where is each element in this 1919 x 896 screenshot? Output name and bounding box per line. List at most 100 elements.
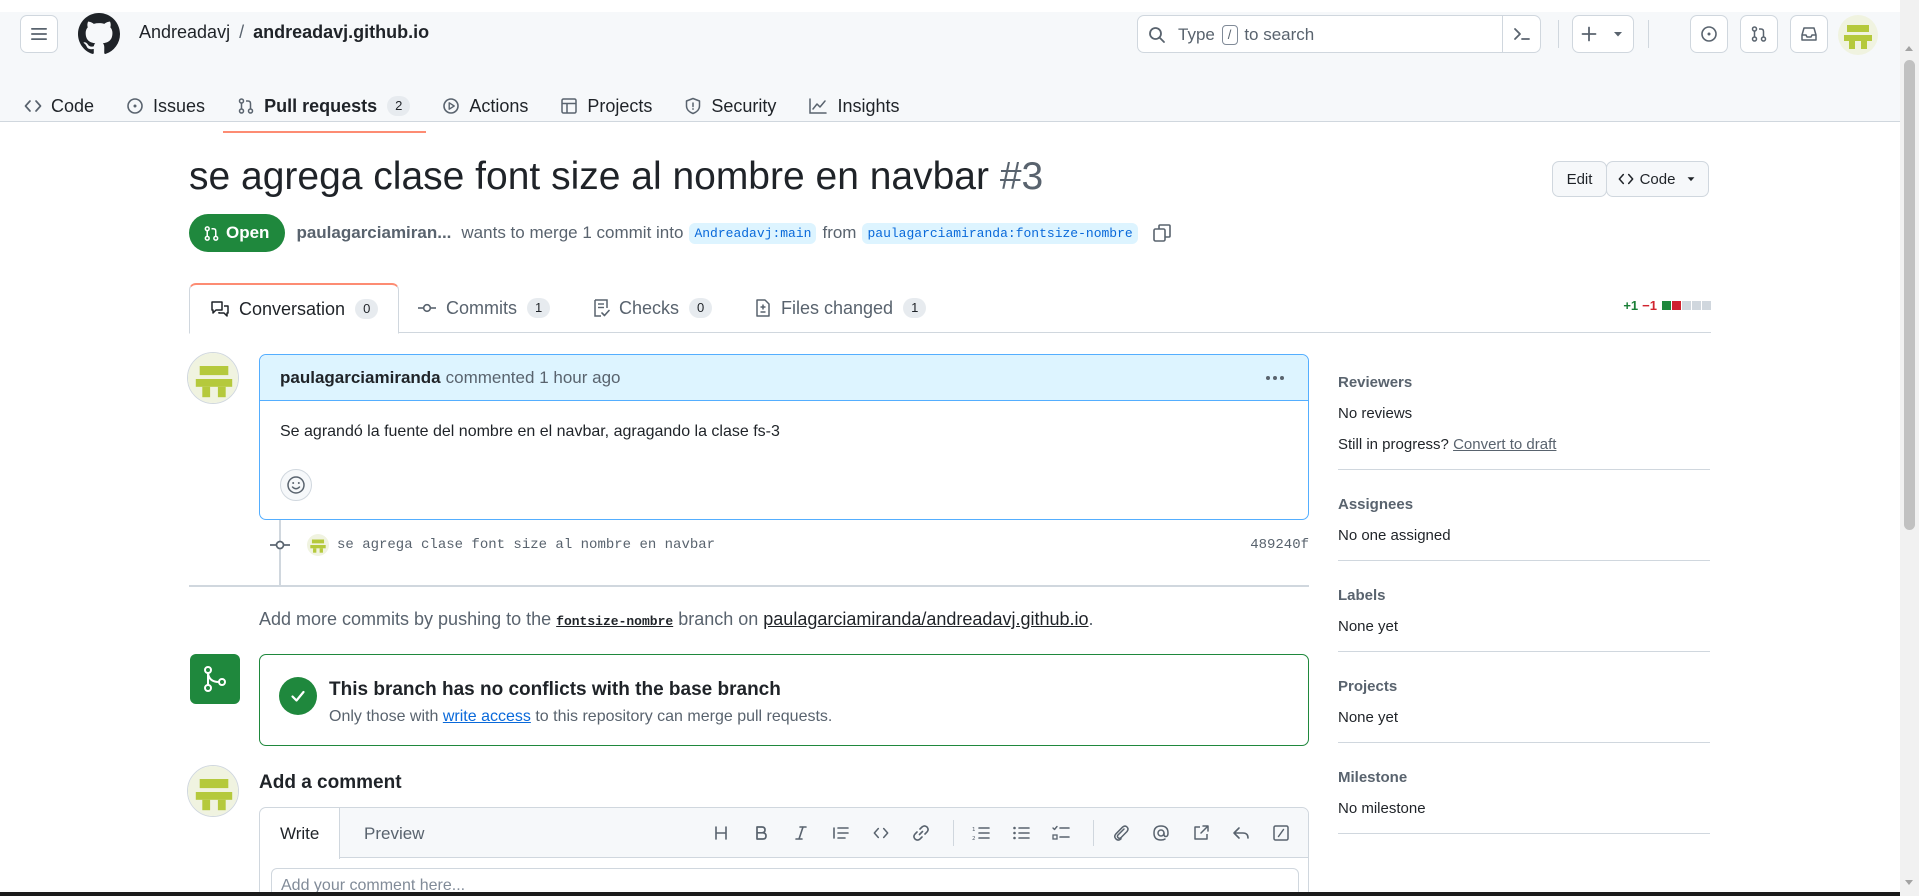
play-icon [442,97,460,115]
header-divider [1558,20,1559,48]
tab-checks-label: Checks [619,297,680,318]
triangle-down-icon [1614,32,1622,37]
tab-projects[interactable]: Projects [560,85,664,127]
tab-preview[interactable]: Preview [344,808,444,859]
code-icon[interactable] [870,822,892,844]
tab-projects-label: Projects [587,95,653,116]
tab-code-label: Code [51,95,95,116]
sidebar-labels: Labels None yet [1338,561,1710,652]
comment-discussion-icon [210,300,230,318]
commit-sha-link[interactable]: 489240f [1250,537,1309,553]
scroll-down-icon[interactable] [1905,880,1913,885]
comment-author-link[interactable]: paulagarciamiranda [280,368,441,388]
pr-meta: Open paulagarciamiran... wants to merge … [189,214,1172,252]
files-changed-count: 1 [903,298,927,318]
tab-actions[interactable]: Actions [442,85,540,127]
tab-code[interactable]: Code [24,85,106,127]
repo-name-link[interactable]: andreadavj.github.io [253,22,429,42]
scrollbar-thumb[interactable] [1904,60,1915,530]
quote-icon[interactable] [830,822,852,844]
commit-author-avatar[interactable] [307,534,329,556]
tab-insights[interactable]: Insights [808,85,911,127]
scroll-up-icon[interactable] [1905,46,1913,51]
create-new-button[interactable] [1572,15,1634,53]
unordered-list-icon[interactable] [1010,822,1032,844]
head-branch-link[interactable]: paulagarciamiranda:fontsize-nombre [862,222,1138,244]
code-dropdown-button[interactable]: Code [1606,161,1709,197]
reviewers-heading[interactable]: Reviewers [1338,374,1710,391]
status-badge: Open [189,214,286,252]
editor-toolbar: Write Preview 12 [260,808,1308,859]
merge-description: wants to merge 1 commit into [461,223,684,242]
mention-icon[interactable] [1150,822,1172,844]
ordered-list-icon[interactable]: 12 [970,822,992,844]
base-branch-link[interactable]: Andreadavj:main [689,222,817,244]
add-reaction-button[interactable] [280,469,312,501]
assignees-heading[interactable]: Assignees [1338,496,1710,513]
issues-button[interactable] [1690,15,1728,53]
tab-conversation[interactable]: Conversation 0 [189,283,400,334]
heading-icon[interactable] [710,822,732,844]
tab-issues[interactable]: Issues [126,85,217,127]
link-icon[interactable] [910,822,932,844]
tab-security[interactable]: Security [684,85,788,127]
search-placeholder-before: Type [1178,25,1215,44]
kebab-horizontal-icon[interactable] [1264,367,1286,389]
commit-icon [269,536,291,554]
head-repo-link[interactable]: paulagarciamiranda/andreadavj.github.io [763,609,1088,629]
inbox-button[interactable] [1790,15,1828,53]
status-badge-label: Open [226,223,270,242]
tab-files-changed[interactable]: Files changed 1 [754,283,927,333]
pr-tabs: Conversation 0 Commits 1 Checks 0 Files … [189,283,1711,334]
convert-to-draft-link[interactable]: Convert to draft [1453,436,1556,453]
paperclip-icon[interactable] [1110,822,1132,844]
header-divider [1648,20,1649,48]
tab-files-changed-label: Files changed [781,297,894,318]
tab-security-label: Security [711,95,777,116]
slash-command-icon[interactable] [1270,822,1292,844]
labels-heading[interactable]: Labels [1338,587,1710,604]
cross-reference-icon[interactable] [1190,822,1212,844]
global-header: Andreadavj / andreadavj.github.io Type / t… [0,12,1900,133]
menu-button[interactable] [20,15,58,53]
projects-value: None yet [1338,709,1399,726]
projects-heading[interactable]: Projects [1338,678,1710,695]
tab-write[interactable]: Write [260,808,341,859]
command-palette-button[interactable] [1502,16,1540,52]
edit-title-button[interactable]: Edit [1552,161,1607,197]
file-diff-icon [754,298,772,318]
repo-owner-link[interactable]: Andreadavj [139,22,230,42]
tab-commits[interactable]: Commits 1 [417,283,551,333]
milestone-heading[interactable]: Milestone [1338,769,1710,786]
pr-author-link[interactable]: paulagarciamiran... [296,223,451,243]
copy-icon[interactable] [1152,223,1172,243]
search-input[interactable]: Type / to search [1137,15,1541,53]
current-user-avatar[interactable] [187,765,239,817]
comment-timestamp[interactable]: 1 hour ago [539,368,620,388]
diffstat-block-neutral [1692,301,1701,310]
tasklist-icon[interactable] [1050,822,1072,844]
write-access-link[interactable]: write access [443,708,531,725]
tab-pull-requests[interactable]: Pull requests 2 [223,85,427,133]
comment-verb: commented [445,367,535,387]
italic-icon[interactable] [790,822,812,844]
push-hint: Add more commits by pushing to the fonts… [259,609,1094,630]
diffstat-deletions: −1 [1642,298,1657,313]
user-avatar[interactable] [1838,15,1878,55]
tab-checks[interactable]: Checks 0 [592,283,713,333]
pull-requests-button[interactable] [1740,15,1778,53]
pull-request-icon [237,97,255,115]
push-hint-after: . [1088,609,1094,629]
commit-message-link[interactable]: se agrega clase font size al nombre en n… [337,537,715,553]
merge-status-title: This branch has no conflicts with the ba… [329,679,781,700]
code-icon [1618,173,1633,185]
github-logo-icon[interactable] [78,13,120,55]
bold-icon[interactable] [750,822,772,844]
diffstat-block-neutral [1682,301,1691,310]
code-icon [24,97,42,115]
page-scrollbar[interactable] [1900,0,1919,896]
comment-author-avatar[interactable] [187,352,239,404]
toolbar-divider [953,820,954,846]
diffstat-additions: +1 [1623,298,1639,313]
reply-icon[interactable] [1230,822,1252,844]
